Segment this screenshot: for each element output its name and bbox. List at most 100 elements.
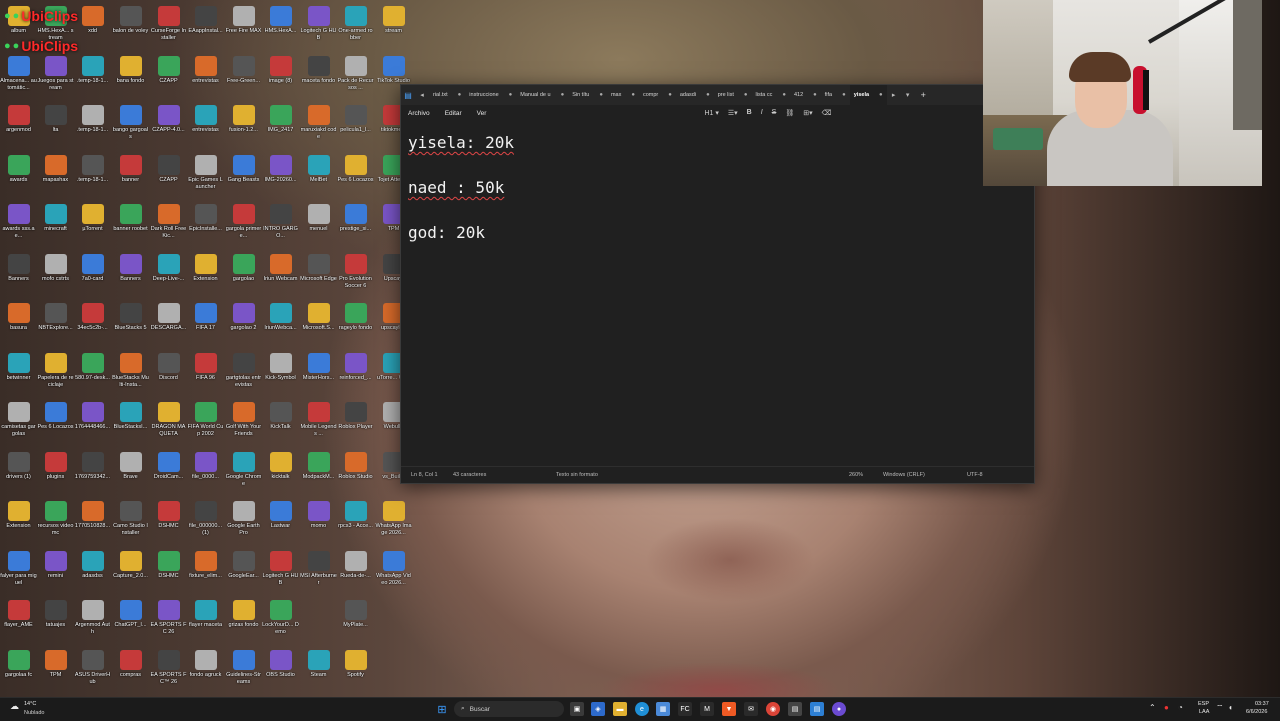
tab-unsaved-dot-icon[interactable]: ● <box>668 92 672 98</box>
tab-4[interactable]: max ● <box>607 85 639 105</box>
mail-icon[interactable]: ✉ <box>744 702 758 716</box>
desktop-icon[interactable]: adasdss <box>74 547 111 595</box>
desktop-icon[interactable]: flayer maceta <box>187 596 224 644</box>
desktop-icon[interactable]: fondo agruck <box>187 646 224 694</box>
weather-temp[interactable]: 14°C <box>24 701 36 707</box>
ea-fc-icon[interactable]: FC <box>678 702 692 716</box>
desktop-icon[interactable]: CurseForge Installer <box>150 2 187 50</box>
desktop-icon[interactable]: ASUS DriverHub <box>74 646 111 694</box>
desktop-icon[interactable]: mapashax <box>37 151 74 199</box>
tab-overflow-icon[interactable]: ▾ <box>901 91 915 99</box>
desktop-icon[interactable]: bana fondo <box>112 52 149 100</box>
desktop-icon[interactable]: file_000000... (1) <box>187 497 224 545</box>
tab-unsaved-dot-icon[interactable]: ● <box>561 92 565 98</box>
desktop-icon[interactable]: gargolao 2 <box>225 299 262 347</box>
strikethrough-icon[interactable]: S <box>772 109 777 117</box>
desktop-icon[interactable]: momo <box>300 497 337 545</box>
edge-icon[interactable]: e <box>635 702 649 716</box>
desktop-icon[interactable]: .temp-18-1... <box>74 151 111 199</box>
desktop-icon[interactable]: CZAPP-4.0... <box>150 101 187 149</box>
desktop-icon[interactable]: Gang Beasts <box>225 151 262 199</box>
desktop-icon[interactable]: One-armed robber <box>337 2 374 50</box>
desktop-icon[interactable]: NBTExplore... <box>37 299 74 347</box>
menu-ver[interactable]: Ver <box>470 110 495 117</box>
wifi-icon[interactable]: ⌔ <box>1216 703 1224 713</box>
desktop-icon[interactable]: HMS.HexA... <box>262 2 299 50</box>
desktop-icon[interactable]: rageylo fondo <box>337 299 374 347</box>
desktop-icon[interactable]: Brave <box>112 448 149 496</box>
desktop-icon[interactable]: Banners <box>0 250 37 298</box>
taskbar-search[interactable]: ⌕ Buscar <box>454 701 564 717</box>
desktop-icon[interactable]: IMG-20260... <box>262 151 299 199</box>
obs-taskbar-icon[interactable]: ● <box>832 702 846 716</box>
tab-unsaved-dot-icon[interactable]: ● <box>744 92 748 98</box>
desktop-icon[interactable]: .temp-18-1... <box>74 101 111 149</box>
store-icon[interactable]: ▦ <box>656 702 670 716</box>
desktop-icon[interactable]: EpicInstalle... <box>187 200 224 248</box>
weather-icon[interactable]: ☁ <box>10 701 19 712</box>
desktop-icon[interactable]: ChatGPT_I... <box>112 596 149 644</box>
desktop-icon[interactable]: grizas fondo <box>225 596 262 644</box>
desktop-icon[interactable]: Banners <box>112 250 149 298</box>
desktop-icon[interactable]: Guidelines-Streams <box>225 646 262 694</box>
desktop-icon[interactable]: lta <box>37 101 74 149</box>
tab-unsaved-dot-icon[interactable]: ● <box>813 92 817 98</box>
desktop-icon[interactable]: Golf With Your Friends <box>225 398 262 446</box>
desktop-icon[interactable]: DRAGON MAQUETA <box>150 398 187 446</box>
desktop-icon[interactable]: Steam <box>300 646 337 694</box>
chrome-icon[interactable]: ◉ <box>766 702 780 716</box>
tab-scroll-left-icon[interactable]: ◂ <box>415 91 429 99</box>
desktop-icon[interactable]: Dark Roll Free Kic... <box>150 200 187 248</box>
desktop-icon[interactable]: Free-Green... <box>225 52 262 100</box>
desktop-icon[interactable]: FIFA 17 <box>187 299 224 347</box>
italic-icon[interactable]: I <box>761 109 763 117</box>
desktop-icon[interactable]: plugins <box>37 448 74 496</box>
language-label[interactable]: ESP <box>1198 701 1209 707</box>
tray-chevron-icon[interactable]: ⌃ <box>1149 703 1156 712</box>
desktop-icon[interactable]: Capture_2.0... <box>112 547 149 595</box>
desktop-icon[interactable]: BlueStacksI... <box>112 398 149 446</box>
desktop-icon[interactable]: 1770510828... <box>74 497 111 545</box>
desktop-icon[interactable]: entrevistas <box>187 52 224 100</box>
new-tab-button[interactable]: + <box>915 90 932 100</box>
desktop-icon[interactable]: menuel <box>300 200 337 248</box>
widgets-icon[interactable]: ◈ <box>591 702 605 716</box>
desktop-icon[interactable]: OBS Studio <box>262 646 299 694</box>
desktop-icon[interactable]: pelicula1_l... <box>337 101 374 149</box>
desktop-icon[interactable]: Logitech G HUB <box>262 547 299 595</box>
desktop-icon[interactable]: flayer_AME <box>0 596 37 644</box>
desktop-icon[interactable]: argenmod <box>0 101 37 149</box>
tab-3[interactable]: Sin títu ● <box>568 85 607 105</box>
desktop-icon[interactable]: 7a0-card <box>74 250 111 298</box>
desktop-icon[interactable]: fusion-1.2... <box>225 101 262 149</box>
app-window-icon[interactable]: ▤ <box>788 702 802 716</box>
desktop-icon[interactable]: betwinner <box>0 349 37 397</box>
desktop-icon[interactable]: mofo cstrts <box>37 250 74 298</box>
desktop-icon[interactable]: maruxiakd code <box>300 101 337 149</box>
desktop-icon[interactable]: Iriun Webcam <box>262 250 299 298</box>
desktop-icon[interactable]: EA SPORTS FC™ 26 <box>150 646 187 694</box>
desktop-icon[interactable]: reinforced_... <box>337 349 374 397</box>
desktop-icon[interactable]: Microsoft.S... <box>300 299 337 347</box>
tab-8[interactable]: lista cc ● <box>752 85 790 105</box>
desktop-icon[interactable]: WhatsApp Image 2026... <box>375 497 412 545</box>
desktop-icon[interactable]: DESCARGA... <box>150 299 187 347</box>
desktop-icon[interactable]: GoogleEar... <box>225 547 262 595</box>
desktop-icon[interactable]: Pro Evolution Soccer 6 <box>337 250 374 298</box>
desktop-icon[interactable]: Kick-Symbol <box>262 349 299 397</box>
desktop-icon[interactable]: bango gargoals <box>112 101 149 149</box>
desktop-icon[interactable]: gartgtolas entrevistas <box>225 349 262 397</box>
desktop-icon[interactable]: banner <box>112 151 149 199</box>
tab-unsaved-dot-icon[interactable]: ● <box>631 92 635 98</box>
clear-format-icon[interactable]: ⌫ <box>822 109 832 117</box>
desktop-icon[interactable]: gargolaa fc <box>0 646 37 694</box>
desktop-icon[interactable]: falyer para miguel <box>0 547 37 595</box>
file-explorer-icon[interactable]: ▬ <box>613 702 627 716</box>
desktop-icon[interactable]: EA SPORTS FC 26 <box>150 596 187 644</box>
desktop-icon[interactable]: 1764448466... <box>74 398 111 446</box>
desktop-icon[interactable]: CZAPP <box>150 151 187 199</box>
desktop-icon[interactable]: Pes 6 Locazos <box>337 151 374 199</box>
desktop-icon[interactable]: Free Fire MAX <box>225 2 262 50</box>
desktop-icon[interactable]: WhatsApp Video 2026... <box>375 547 412 595</box>
msi-icon[interactable]: M <box>700 702 714 716</box>
